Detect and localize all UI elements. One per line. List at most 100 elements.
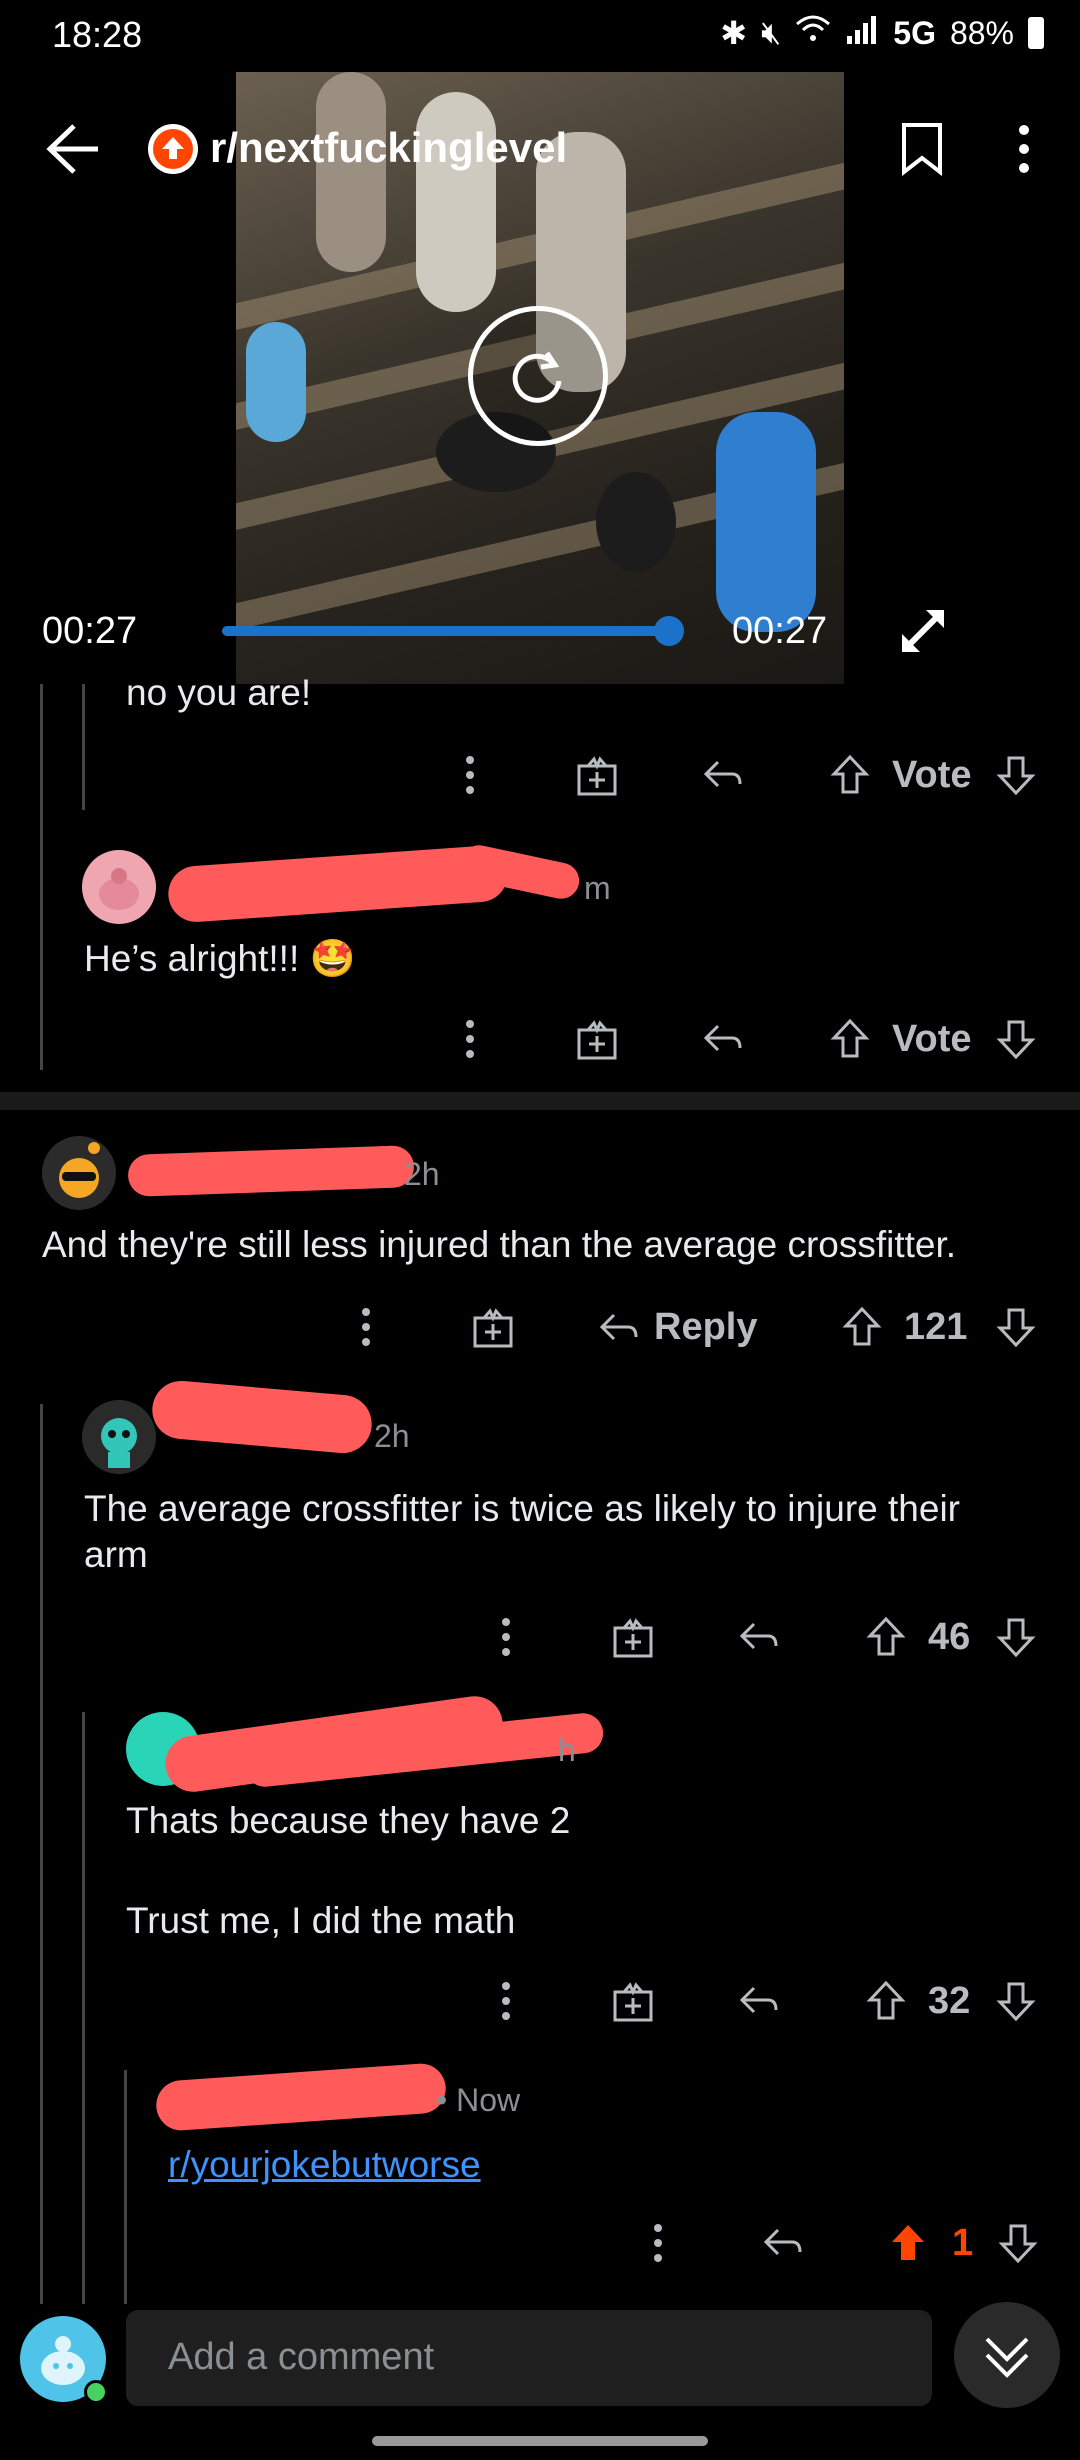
more-icon[interactable] bbox=[460, 1016, 480, 1067]
comment-text: no you are! bbox=[126, 672, 312, 713]
home-indicator[interactable] bbox=[372, 2436, 708, 2446]
downvote-icon[interactable] bbox=[996, 1018, 1036, 1065]
add-comment-placeholder: Add a comment bbox=[168, 2336, 435, 2378]
status-icons: ✱ 🔇︎ 5G 88% bbox=[720, 14, 1044, 52]
vote-score: 121 bbox=[904, 1306, 968, 1348]
collapse-threads-button[interactable] bbox=[954, 2302, 1060, 2408]
avatar[interactable] bbox=[82, 850, 156, 924]
comment-text: He’s alright!!! 🤩 bbox=[84, 938, 356, 979]
comment-age: h bbox=[558, 1732, 576, 1768]
comment-age: 2h bbox=[374, 1418, 410, 1454]
reply-button[interactable]: Reply bbox=[598, 1306, 757, 1349]
upvote-icon[interactable] bbox=[830, 1018, 870, 1065]
comment-age: • Now bbox=[436, 2082, 521, 2118]
award-icon[interactable] bbox=[612, 1618, 654, 1663]
comment-text-line: Thats because they have 2 bbox=[126, 1800, 571, 1841]
thread-separator bbox=[0, 1092, 1080, 1110]
comment-text-line: Trust me, I did the math bbox=[126, 1900, 516, 1941]
video-elapsed: 00:27 bbox=[42, 610, 138, 652]
reply-icon bbox=[599, 1313, 638, 1340]
network-type: 5G bbox=[893, 14, 936, 51]
comment-actions: Reply 121 bbox=[356, 1304, 1040, 1354]
downvote-icon[interactable] bbox=[996, 1616, 1036, 1663]
reply-icon[interactable] bbox=[702, 1022, 744, 1061]
downvote-icon[interactable] bbox=[998, 2222, 1038, 2269]
bookmark-button[interactable] bbox=[900, 122, 944, 181]
status-time: 18:28 bbox=[52, 14, 143, 55]
thread-line bbox=[82, 684, 85, 810]
award-icon[interactable] bbox=[472, 1308, 514, 1353]
fullscreen-button[interactable] bbox=[898, 606, 948, 661]
comment-actions: 46 bbox=[496, 1614, 1040, 1664]
avatar[interactable] bbox=[82, 1400, 156, 1474]
status-bar: 18:28 ✱ 🔇︎ 5G 88% bbox=[0, 0, 1080, 70]
award-icon[interactable] bbox=[576, 756, 618, 801]
more-options-button[interactable] bbox=[1014, 124, 1034, 179]
reply-icon[interactable] bbox=[738, 1620, 780, 1659]
replay-button[interactable] bbox=[468, 306, 608, 446]
wifi-icon bbox=[795, 14, 831, 52]
redacted-username bbox=[149, 1378, 375, 1456]
thread-line bbox=[124, 2070, 127, 2304]
upvote-icon[interactable] bbox=[866, 1616, 906, 1663]
reply-label: Reply bbox=[654, 1306, 758, 1348]
thread-line bbox=[40, 1404, 43, 2304]
comment-actions: Vote bbox=[460, 1016, 1040, 1066]
comment-text-line: arm bbox=[84, 1534, 148, 1575]
upvote-icon[interactable] bbox=[830, 754, 870, 801]
back-button[interactable] bbox=[44, 122, 102, 181]
vote-score: 46 bbox=[928, 1616, 971, 1658]
online-indicator bbox=[84, 2380, 108, 2404]
subreddit-name[interactable]: r/nextfuckinglevel bbox=[210, 124, 567, 172]
bookmark-icon bbox=[902, 123, 942, 177]
vote-label: Vote bbox=[892, 1018, 972, 1060]
award-icon[interactable] bbox=[612, 1982, 654, 2027]
expand-icon bbox=[902, 610, 944, 652]
add-comment-input[interactable]: Add a comment bbox=[126, 2310, 932, 2406]
bluetooth-icon: ✱ bbox=[720, 15, 748, 51]
vote-score: 1 bbox=[952, 2222, 974, 2264]
comment-age: m bbox=[584, 870, 611, 906]
signal-icon bbox=[845, 14, 879, 52]
redacted-username bbox=[154, 2061, 448, 2133]
comment-text: And they're still less injured than the … bbox=[42, 1224, 957, 1265]
replay-icon bbox=[512, 351, 562, 403]
comment-actions: 32 bbox=[496, 1978, 1040, 2028]
more-icon[interactable] bbox=[648, 2220, 668, 2271]
upvote-icon[interactable] bbox=[866, 1980, 906, 2027]
downvote-icon[interactable] bbox=[996, 1980, 1036, 2027]
video-progress-bar[interactable] bbox=[222, 626, 674, 636]
more-icon[interactable] bbox=[496, 1978, 516, 2029]
reply-icon[interactable] bbox=[762, 2226, 804, 2265]
thread-line bbox=[82, 1712, 85, 2304]
more-icon[interactable] bbox=[496, 1614, 516, 1665]
comment-actions: Vote bbox=[460, 752, 1040, 802]
vote-score: 32 bbox=[928, 1980, 971, 2022]
vote-label: Vote bbox=[892, 754, 972, 796]
subreddit-link[interactable]: r/yourjokebutworse bbox=[168, 2144, 481, 2186]
back-arrow-icon bbox=[46, 124, 98, 174]
downvote-icon[interactable] bbox=[996, 1306, 1036, 1353]
avatar[interactable] bbox=[42, 1136, 116, 1210]
subreddit-icon[interactable] bbox=[148, 124, 198, 174]
downvote-icon[interactable] bbox=[996, 754, 1036, 801]
double-chevron-down-icon bbox=[985, 2337, 1029, 2378]
reply-icon[interactable] bbox=[738, 1984, 780, 2023]
upvote-icon[interactable] bbox=[842, 1306, 882, 1353]
more-vertical-icon bbox=[1019, 125, 1029, 173]
battery-icon bbox=[1028, 17, 1044, 49]
thread-line bbox=[40, 684, 43, 1070]
more-icon[interactable] bbox=[460, 752, 480, 803]
video-duration: 00:27 bbox=[732, 610, 828, 652]
more-icon[interactable] bbox=[356, 1304, 376, 1355]
upvote-icon-active[interactable] bbox=[888, 2222, 928, 2269]
reply-icon[interactable] bbox=[702, 758, 744, 797]
award-icon[interactable] bbox=[576, 1020, 618, 1065]
mute-icon: 🔇︎ bbox=[761, 14, 782, 50]
comment-actions: 1 bbox=[648, 2220, 1040, 2270]
comment-text-line: The average crossfitter is twice as like… bbox=[84, 1488, 961, 1529]
battery-percent: 88% bbox=[949, 14, 1014, 51]
video-progress-handle[interactable] bbox=[654, 616, 684, 646]
comment-age: 2h bbox=[404, 1156, 440, 1192]
redacted-username bbox=[127, 1145, 415, 1197]
